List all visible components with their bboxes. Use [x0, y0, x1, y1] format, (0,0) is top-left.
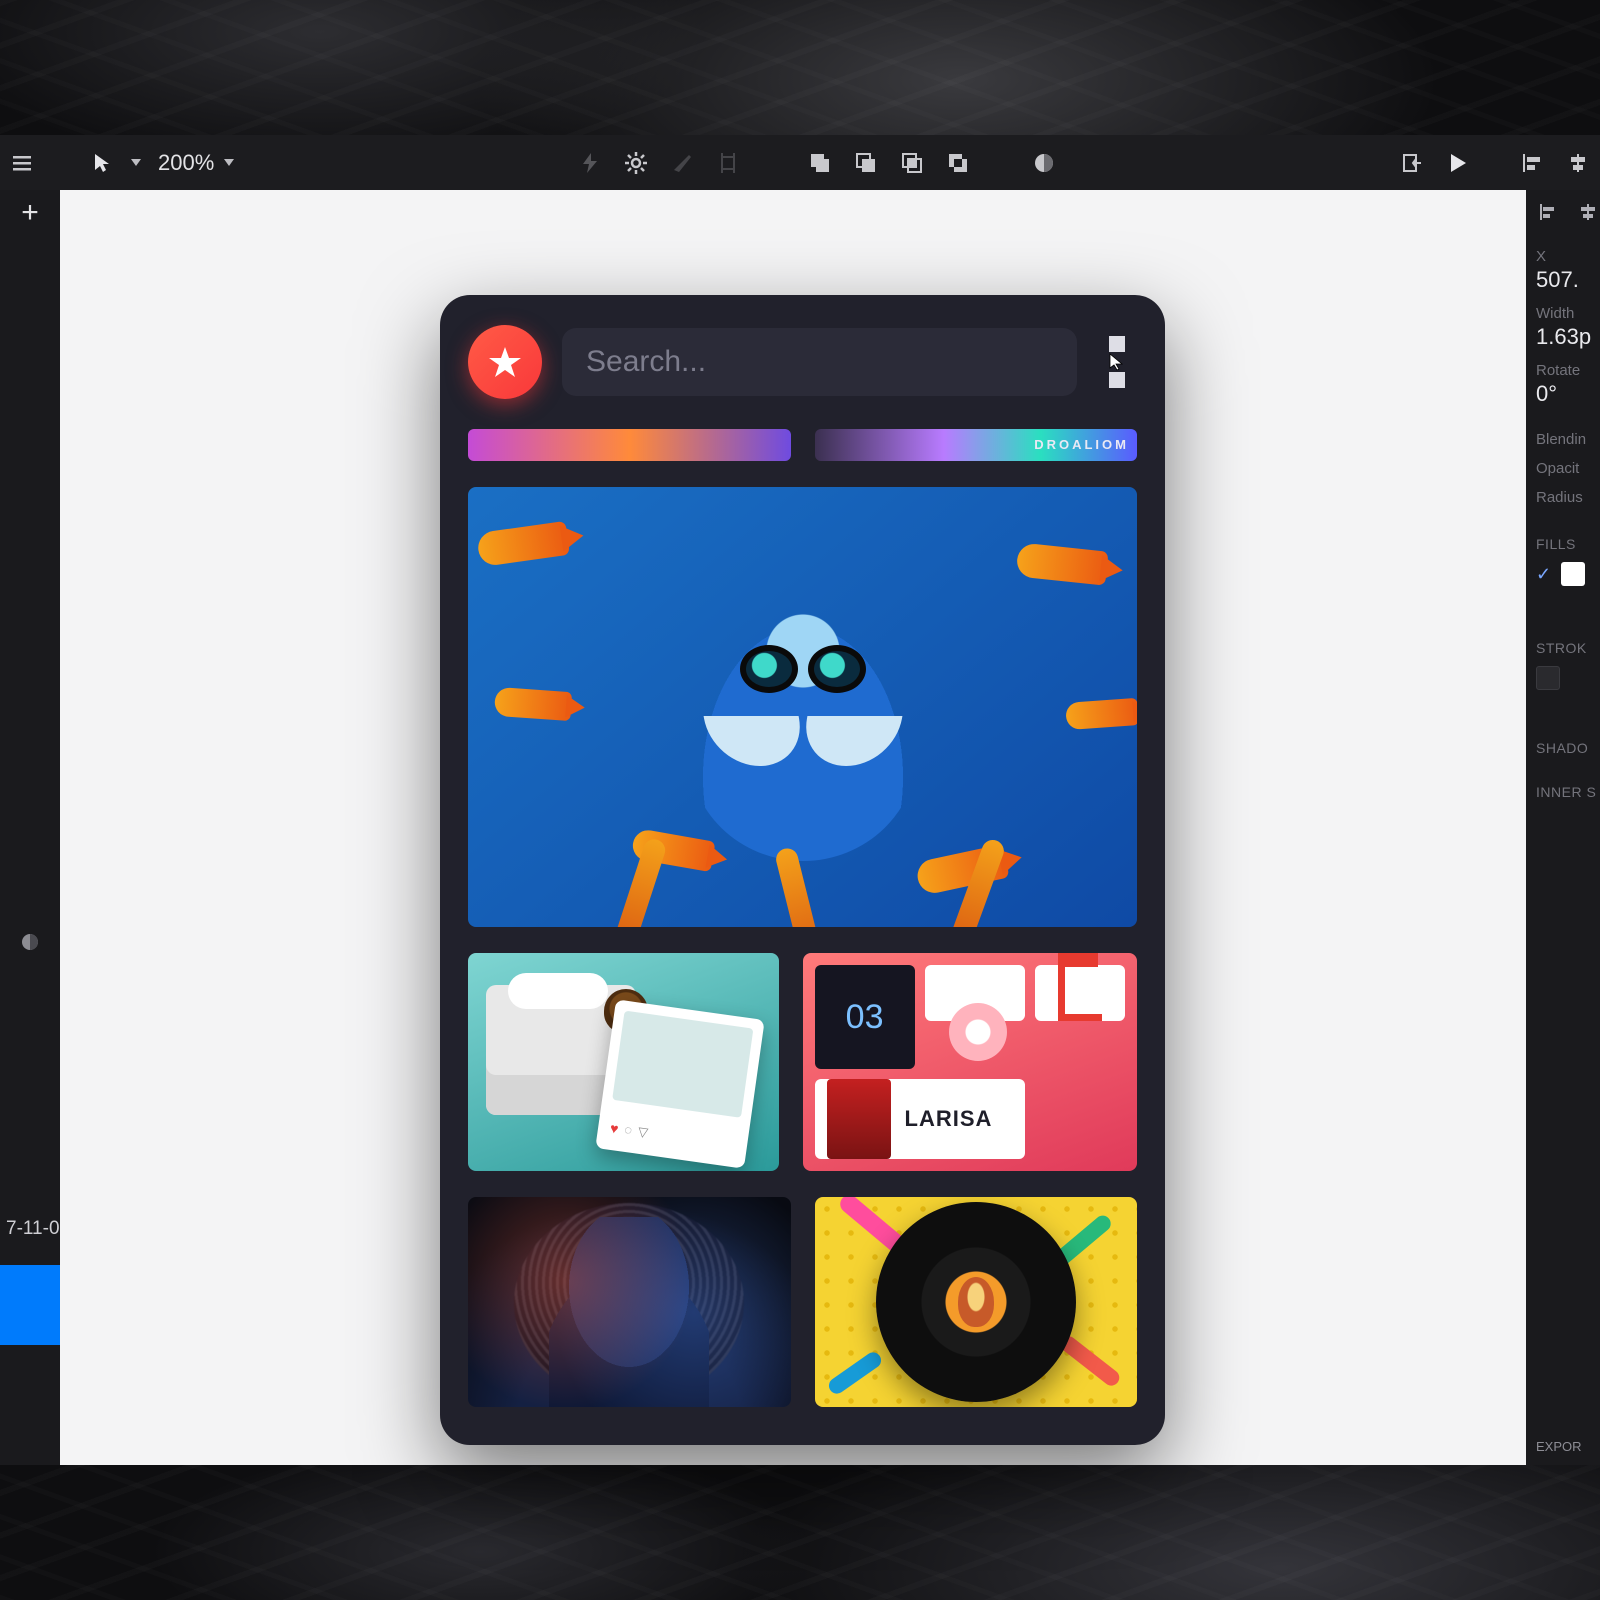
- mini-card-dark: 03: [815, 965, 915, 1069]
- rotate-label: Rotate: [1536, 362, 1600, 379]
- canvas[interactable]: Search... DROALIOM: [60, 190, 1526, 1465]
- sunglasses-icon: [740, 645, 866, 693]
- mini-card: [925, 965, 1025, 1021]
- moustache-icon: [708, 716, 898, 766]
- x-label: X: [1536, 248, 1600, 265]
- x-value[interactable]: 507.: [1536, 267, 1600, 293]
- search-placeholder: Search...: [586, 345, 706, 379]
- mini-card: [1035, 965, 1125, 1021]
- heart-icon: ♥: [609, 1120, 619, 1137]
- align-left-icon[interactable]: [1536, 200, 1560, 224]
- category-chip-2[interactable]: DROALIOM: [815, 429, 1138, 461]
- artboard-icon[interactable]: [716, 151, 740, 175]
- tentacle-icon: [774, 846, 824, 927]
- fill-row[interactable]: ✓: [1536, 562, 1600, 586]
- radius-label: Radius: [1536, 489, 1600, 506]
- square-icon: [1109, 336, 1125, 352]
- align-center-h-icon[interactable]: [1566, 151, 1590, 175]
- shadow-section-label: SHADO: [1536, 740, 1600, 756]
- left-sidebar: + 7-11-0...: [0, 190, 60, 1465]
- category-chip-1[interactable]: [468, 429, 791, 461]
- glow-overlay: [468, 1197, 791, 1407]
- hamburger-icon[interactable]: [10, 151, 34, 175]
- category-strip: DROALIOM: [468, 429, 1137, 461]
- selected-layer-indicator[interactable]: [0, 1265, 60, 1345]
- chair-icon: [1058, 965, 1102, 1021]
- search-input[interactable]: Search...: [562, 328, 1077, 396]
- chevron-down-icon[interactable]: [130, 151, 142, 175]
- artwork-tile[interactable]: ♥◌▽: [468, 953, 779, 1171]
- stroke-section-label: STROK: [1536, 640, 1600, 656]
- send-icon: ▽: [636, 1124, 648, 1141]
- app-toolbar: 200%: [0, 135, 1600, 190]
- artwork-tile[interactable]: [815, 1197, 1138, 1407]
- portrait-thumb: [827, 1079, 891, 1159]
- contrast-icon[interactable]: [18, 930, 42, 954]
- cursor-icon: [1108, 353, 1126, 371]
- add-page-button[interactable]: +: [21, 198, 39, 228]
- fish-icon: [1015, 542, 1108, 585]
- workspace: + 7-11-0... Search...: [0, 190, 1600, 1465]
- star-icon: [488, 345, 522, 379]
- play-icon[interactable]: [1446, 151, 1470, 175]
- inner-shadow-section-label: INNER S: [1536, 784, 1600, 800]
- artwork-tile[interactable]: [468, 1197, 791, 1407]
- zoom-level-control[interactable]: 200%: [158, 150, 234, 176]
- vinyl-record-icon: [876, 1202, 1076, 1402]
- square-icon: [1109, 372, 1125, 388]
- comment-icon: ◌: [623, 1122, 633, 1139]
- fills-section-label: FILLS: [1536, 536, 1600, 552]
- artwork-tile[interactable]: 03 LARISA: [803, 953, 1138, 1171]
- union-icon[interactable]: [808, 151, 832, 175]
- align-left-icon[interactable]: [1520, 151, 1544, 175]
- mini-card-wide: LARISA: [815, 1079, 1025, 1159]
- bolt-icon[interactable]: [578, 151, 602, 175]
- width-value[interactable]: 1.63p: [1536, 324, 1600, 350]
- fill-swatch[interactable]: [1561, 562, 1585, 586]
- slice-icon[interactable]: [670, 151, 694, 175]
- intersect-icon[interactable]: [900, 151, 924, 175]
- post-card-icon: ♥◌▽: [595, 999, 764, 1168]
- subtract-icon[interactable]: [854, 151, 878, 175]
- portfolio-name: LARISA: [905, 1106, 993, 1132]
- inspector-panel: X 507. Width 1.63p Rotate 0° Blendin Opa…: [1526, 190, 1600, 1465]
- rotate-value[interactable]: 0°: [1536, 381, 1600, 407]
- align-center-icon[interactable]: [1576, 200, 1600, 224]
- difference-icon[interactable]: [946, 151, 970, 175]
- import-icon[interactable]: [1400, 151, 1424, 175]
- mask-icon[interactable]: [1032, 151, 1056, 175]
- gear-icon[interactable]: [624, 151, 648, 175]
- page-tab-label[interactable]: 7-11-0...: [0, 1218, 60, 1240]
- export-section-label[interactable]: EXPOR: [1526, 1431, 1600, 1465]
- design-app-window: 200%: [0, 135, 1600, 1465]
- pointer-tool-icon[interactable]: [90, 151, 114, 175]
- search-plugin-panel: Search... DROALIOM: [440, 295, 1165, 1445]
- favorites-button[interactable]: [468, 325, 542, 399]
- width-label: Width: [1536, 305, 1600, 322]
- layout-toggle-button[interactable]: [1097, 332, 1137, 392]
- fish-icon: [1065, 698, 1137, 730]
- blending-label: Blendin: [1536, 431, 1600, 448]
- fish-icon: [476, 521, 570, 567]
- opacity-label: Opacit: [1536, 460, 1600, 477]
- fish-icon: [494, 687, 572, 721]
- hero-artwork-tile[interactable]: [468, 487, 1137, 927]
- zoom-value: 200%: [158, 150, 214, 176]
- stroke-swatch[interactable]: [1536, 666, 1560, 690]
- check-icon[interactable]: ✓: [1536, 564, 1551, 585]
- stroke-row[interactable]: [1536, 666, 1600, 690]
